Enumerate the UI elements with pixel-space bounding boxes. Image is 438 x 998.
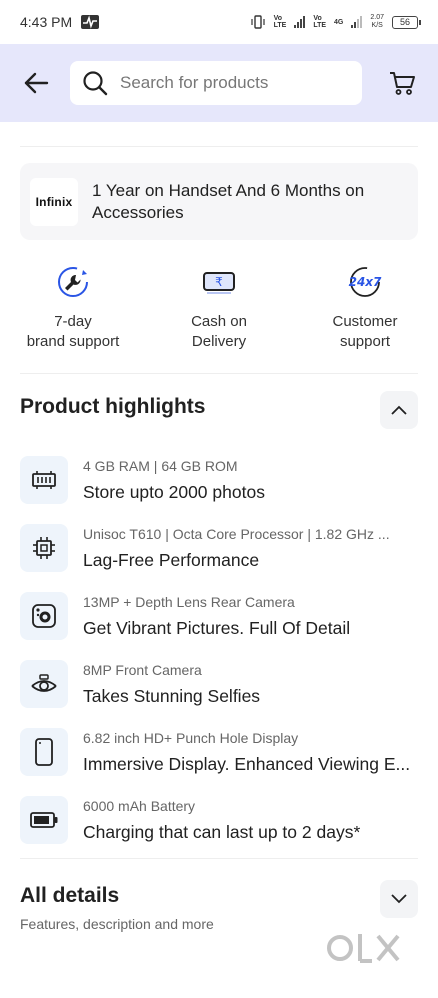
highlight-benefit: Immersive Display. Enhanced Viewing E... — [83, 753, 411, 774]
rupee-note-icon: ₹ — [199, 262, 239, 302]
shopping-cart-icon — [390, 72, 415, 95]
signal-icon-2 — [351, 16, 363, 28]
status-time: 4:43 PM — [20, 14, 73, 30]
highlight-item: 13MP + Depth Lens Rear Camera Get Vibran… — [20, 582, 430, 650]
highlights-list: 4 GB RAM | 64 GB ROM Store upto 2000 pho… — [20, 446, 430, 854]
highlight-spec: 6000 mAh Battery — [83, 797, 196, 814]
highlight-item: 6000 mAh Battery Charging that can last … — [20, 786, 430, 854]
24x7-icon: 24x7 — [345, 262, 385, 302]
all-details-title: All details — [20, 884, 120, 907]
highlight-benefit: Store upto 2000 photos — [83, 481, 265, 502]
all-details-subtitle: Features, description and more — [20, 916, 214, 932]
highlights-title: Product highlights — [20, 395, 206, 418]
back-button[interactable] — [16, 63, 56, 103]
warranty-text: 1 Year on Handset And 6 Months on Access… — [92, 180, 365, 222]
brand-logo: Infinix — [30, 177, 78, 226]
highlight-spec: 6.82 inch HD+ Punch Hole Display — [83, 729, 299, 746]
highlight-spec: 4 GB RAM | 64 GB ROM — [83, 457, 238, 474]
search-icon — [83, 71, 108, 96]
divider — [20, 858, 418, 859]
top-app-bar — [0, 44, 438, 122]
status-bar: 4:43 PM Vo LTE Vo LTE 4G 2.07 K/S 56 — [0, 0, 438, 44]
svg-text:24x7: 24x7 — [349, 275, 382, 289]
highlight-benefit: Charging that can last up to 2 days* — [83, 821, 361, 842]
feature-brand-support[interactable]: 7-day brand support — [0, 262, 146, 362]
memory-icon — [20, 456, 68, 504]
highlight-item: 8MP Front Camera Takes Stunning Selfies — [20, 650, 430, 718]
search-bar[interactable] — [70, 61, 362, 105]
highlight-item: Unisoc T610 | Octa Core Processor | 1.82… — [20, 514, 430, 582]
search-input[interactable] — [120, 73, 340, 93]
highlight-item: 4 GB RAM | 64 GB ROM Store upto 2000 pho… — [20, 446, 430, 514]
front-camera-icon — [20, 660, 68, 708]
highlight-item: 6.82 inch HD+ Punch Hole Display Immersi… — [20, 718, 430, 786]
activity-icon — [81, 15, 100, 29]
feature-label: 7-day brand support — [26, 313, 120, 350]
feature-customer-support[interactable]: 24x7 Customer support — [292, 262, 438, 362]
feature-cash-on-delivery[interactable]: ₹ Cash on Delivery — [146, 262, 292, 362]
highlight-benefit: Get Vibrant Pictures. Full Of Detail — [83, 617, 351, 638]
olx-watermark-logo — [327, 934, 400, 963]
wrench-icon — [53, 262, 93, 302]
svg-text:₹: ₹ — [215, 275, 223, 289]
rear-camera-icon — [20, 592, 68, 640]
network-speed: 2.07 K/S — [370, 14, 384, 29]
display-icon — [20, 728, 68, 776]
highlight-benefit: Takes Stunning Selfies — [83, 685, 261, 706]
chevron-down-icon — [391, 894, 407, 904]
battery-icon: 56 — [392, 15, 421, 29]
service-features: 7-day brand support ₹ Cash on Delivery 2… — [0, 262, 438, 362]
battery-icon — [20, 796, 68, 844]
collapse-highlights-button[interactable] — [380, 391, 418, 429]
arrow-left-icon — [24, 72, 49, 94]
highlight-benefit: Lag-Free Performance — [83, 549, 260, 570]
status-indicators: Vo LTE Vo LTE 4G 2.07 K/S 56 — [250, 14, 421, 30]
feature-label: Cash on Delivery — [191, 313, 247, 350]
volte-indicator-2: Vo LTE — [313, 15, 327, 29]
network-type: 4G — [334, 18, 344, 26]
warranty-card: Infinix 1 Year on Handset And 6 Months o… — [20, 163, 418, 240]
processor-icon — [20, 524, 68, 572]
feature-label: Customer support — [332, 313, 398, 350]
highlight-spec: 13MP + Depth Lens Rear Camera — [83, 593, 295, 610]
volte-indicator-1: Vo LTE — [273, 15, 287, 29]
expand-all-details-button[interactable] — [380, 880, 418, 918]
cart-button[interactable] — [382, 63, 422, 103]
vibrate-icon — [251, 15, 265, 29]
highlight-spec: 8MP Front Camera — [83, 661, 202, 678]
signal-icon-1 — [294, 16, 306, 28]
divider — [20, 146, 418, 147]
chevron-up-icon — [391, 405, 407, 415]
divider — [20, 373, 418, 374]
highlight-spec: Unisoc T610 | Octa Core Processor | 1.82… — [83, 525, 390, 542]
